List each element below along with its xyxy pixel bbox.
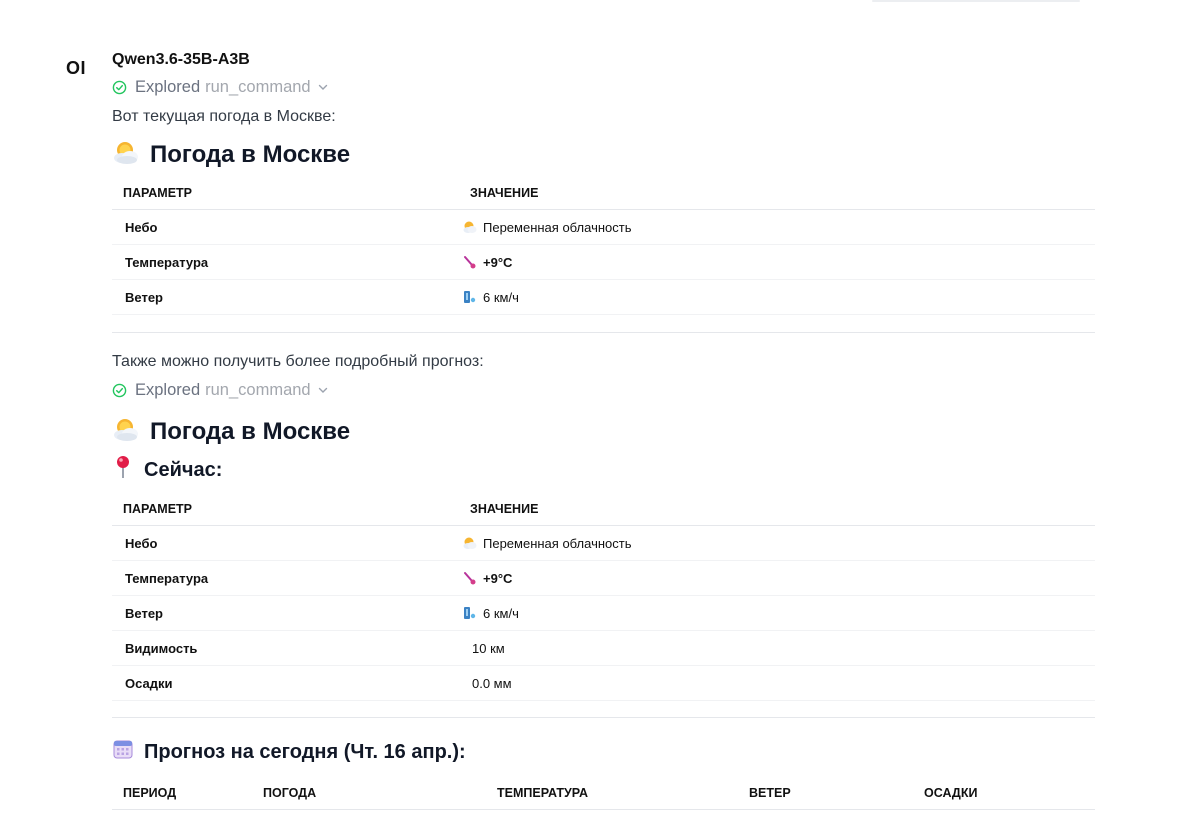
param-cell: Осадки <box>112 665 459 701</box>
sun-behind-cloud-icon <box>463 221 477 233</box>
value-text: +9°C <box>483 254 513 270</box>
table-row: Температура +9°C <box>112 244 1095 280</box>
now-subheading: Сейчас: <box>112 456 1096 484</box>
table-row: Ветер 6 км/ч <box>112 279 1095 315</box>
table-row: Ветер 6 км/ч <box>112 595 1095 631</box>
sun-behind-cloud-icon <box>463 537 477 549</box>
explored-label: Explored <box>135 77 201 96</box>
value-cell: +9°C <box>459 244 1095 280</box>
param-cell: Температура <box>112 244 459 280</box>
chevron-down-icon <box>318 387 327 393</box>
column-header-period: ПЕРИОД <box>112 776 252 810</box>
explored-toggle-2[interactable]: Explored run_command <box>112 378 1096 402</box>
explored-label: Explored <box>135 380 201 399</box>
forecast-table: ПЕРИОД ПОГОДА ТЕМПЕРАТУРА ВЕТЕР ОСАДКИ <box>112 776 1095 810</box>
sun-behind-cloud-icon <box>112 416 140 449</box>
explored-toggle[interactable]: Explored run_command <box>112 75 1096 99</box>
intro-text-2: Также можно получить более подробный про… <box>112 353 484 370</box>
column-header-wind: ВЕТЕР <box>738 776 913 810</box>
value-text: Переменная облачность <box>483 535 632 551</box>
weather-heading-2: Погода в Москве <box>112 416 1096 448</box>
explored-tool-name: run_command <box>205 77 311 96</box>
thermometer-icon <box>464 572 476 585</box>
divider <box>112 717 1095 718</box>
table-header-row: ПАРАМЕТР ЗНАЧЕНИЕ <box>112 176 1095 210</box>
value-text: +9°C <box>483 570 513 586</box>
value-text: 6 км/ч <box>483 605 519 621</box>
column-header-temperature: ТЕМПЕРАТУРА <box>486 776 738 810</box>
value-cell: +9°C <box>459 560 1095 596</box>
column-header-value: ЗНАЧЕНИЕ <box>459 176 1095 210</box>
table-header-row: ПЕРИОД ПОГОДА ТЕМПЕРАТУРА ВЕТЕР ОСАДКИ <box>112 776 1095 810</box>
table-row: Небо Переменная облачность <box>112 525 1095 561</box>
check-circle-icon <box>112 80 127 94</box>
chevron-down-icon <box>318 84 327 90</box>
weather-heading: Погода в Москве <box>112 139 1096 171</box>
table-row: Температура +9°C <box>112 560 1095 596</box>
param-cell: Ветер <box>112 279 459 315</box>
model-name: Qwen3.6-35B-A3B <box>112 51 250 68</box>
column-header-value: ЗНАЧЕНИЕ <box>459 492 1095 526</box>
column-header-weather: ПОГОДА <box>252 776 486 810</box>
intro-text: Вот текущая погода в Москве: <box>112 108 336 125</box>
column-header-precipitation: ОСАДКИ <box>913 776 1095 810</box>
value-text: 6 км/ч <box>483 289 519 305</box>
column-header-param: ПАРАМЕТР <box>112 492 459 526</box>
value-text: 0.0 мм <box>472 675 512 691</box>
table-row: Небо Переменная облачность <box>112 209 1095 245</box>
value-cell: 0.0 мм <box>459 665 1095 701</box>
param-cell: Температура <box>112 560 459 596</box>
divider <box>112 332 1095 333</box>
value-cell: Переменная облачность <box>459 209 1095 245</box>
weather-heading-text: Погода в Москве <box>150 418 351 445</box>
value-cell: Переменная облачность <box>459 525 1095 561</box>
param-cell: Видимость <box>112 630 459 666</box>
column-header-param: ПАРАМЕТР <box>112 176 459 210</box>
calendar-icon <box>112 738 134 766</box>
forecast-subheading: Прогноз на сегодня (Чт. 16 апр.): <box>112 738 1096 766</box>
value-cell: 10 км <box>459 630 1095 666</box>
table-row: Осадки 0.0 мм <box>112 665 1095 701</box>
weather-table: ПАРАМЕТР ЗНАЧЕНИЕ Небо Переменная облачн… <box>112 176 1095 315</box>
current-weather-table: ПАРАМЕТР ЗНАЧЕНИЕ Небо Переменная облачн… <box>112 492 1095 701</box>
wind-icon <box>464 607 476 619</box>
sun-behind-cloud-icon <box>112 139 140 172</box>
table-header-row: ПАРАМЕТР ЗНАЧЕНИЕ <box>112 492 1095 526</box>
param-cell: Ветер <box>112 595 459 631</box>
thermometer-icon <box>464 256 476 269</box>
check-circle-icon <box>112 383 127 397</box>
explored-tool-name: run_command <box>205 380 311 399</box>
forecast-subheading-text: Прогноз на сегодня (Чт. 16 апр.): <box>144 740 466 763</box>
round-pushpin-icon <box>112 455 134 485</box>
param-cell: Небо <box>112 209 459 245</box>
value-text: 10 км <box>472 640 505 656</box>
wind-icon <box>464 291 476 303</box>
value-cell: 6 км/ч <box>459 279 1095 315</box>
weather-heading-text: Погода в Москве <box>150 141 351 168</box>
table-row: Видимость 10 км <box>112 630 1095 666</box>
top-input-strip <box>872 0 1080 2</box>
now-subheading-text: Сейчас: <box>144 458 223 481</box>
param-cell: Небо <box>112 525 459 561</box>
assistant-message: Qwen3.6-35B-A3B Explored run_command Вот… <box>112 50 1096 810</box>
assistant-avatar: OI <box>66 58 87 78</box>
value-text: Переменная облачность <box>483 219 632 235</box>
value-cell: 6 км/ч <box>459 595 1095 631</box>
